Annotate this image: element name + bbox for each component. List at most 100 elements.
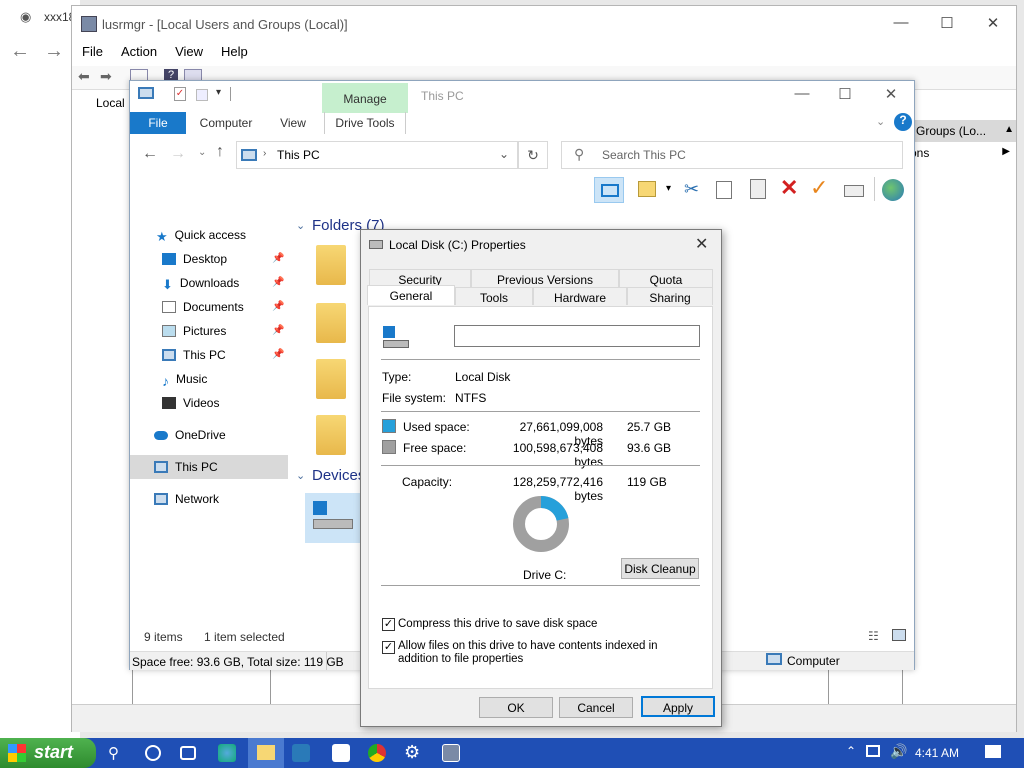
notifications-icon[interactable]	[985, 745, 1001, 758]
maximize-button[interactable]: ☐	[822, 85, 868, 103]
folder-documents-icon[interactable]	[316, 303, 346, 343]
collapse-icon[interactable]: ⌄	[296, 219, 305, 232]
tab-view[interactable]: View	[270, 112, 316, 134]
disk-cleanup-button[interactable]: Disk Cleanup	[621, 558, 699, 579]
start-label: start	[34, 742, 74, 762]
tab-previous-versions[interactable]: Previous Versions	[471, 269, 619, 287]
actions-header[interactable]: d Groups (Lo... ▲	[904, 120, 1016, 142]
search-icon[interactable]: ⚲	[108, 744, 126, 762]
network-icon[interactable]	[866, 745, 880, 757]
divider	[381, 359, 700, 360]
maximize-button[interactable]: ☐	[924, 14, 970, 32]
devices-header[interactable]: Devices	[312, 467, 365, 484]
chevron-down-icon[interactable]: ▾	[666, 183, 671, 194]
collapse-icon[interactable]: ▲	[1004, 124, 1014, 135]
tab-hardware[interactable]: Hardware	[533, 287, 627, 305]
minimize-button[interactable]: —	[878, 14, 924, 31]
menu-action[interactable]: Action	[121, 44, 157, 59]
type-label: Type:	[382, 370, 412, 384]
search-input[interactable]: ⚲ Search This PC	[561, 141, 903, 169]
details-view-icon[interactable]: ☷	[868, 629, 879, 643]
desktop-icon	[162, 253, 176, 265]
folder-icon	[257, 745, 275, 760]
nav-item-this-pc[interactable]: This PC	[154, 456, 284, 478]
minimize-button[interactable]: —	[779, 85, 825, 102]
address-bar[interactable]: › This PC ⌄	[236, 141, 518, 169]
menu-view[interactable]: View	[175, 44, 203, 59]
forward-icon[interactable]: ➡	[100, 68, 112, 85]
chevron-up-icon[interactable]: ⌃	[846, 744, 856, 758]
nav-item-music[interactable]: ♪ Music	[162, 368, 292, 390]
nav-item-network[interactable]: Network	[154, 488, 284, 510]
tab-computer[interactable]: Computer	[192, 112, 260, 134]
apply-button[interactable]: Apply	[641, 696, 715, 717]
copy-icon[interactable]	[716, 181, 732, 199]
cancel-button[interactable]: Cancel	[559, 697, 633, 718]
chrome-icon[interactable]	[368, 744, 386, 762]
preview-pane-icon[interactable]	[594, 177, 624, 203]
volume-icon[interactable]: 🔊	[890, 743, 907, 760]
cortana-icon[interactable]	[145, 745, 161, 761]
index-checkbox[interactable]: ✓	[382, 641, 395, 654]
large-icons-view-icon[interactable]	[892, 629, 906, 641]
nav-item-onedrive[interactable]: OneDrive	[154, 424, 284, 446]
explorer-taskbar-button[interactable]	[248, 738, 284, 768]
details-pane-icon[interactable]	[638, 181, 656, 197]
recent-locations-icon[interactable]: ⌄	[198, 147, 206, 158]
paste-icon[interactable]	[750, 179, 766, 199]
tab-quota[interactable]: Quota	[619, 269, 713, 287]
menu-file[interactable]: File	[82, 44, 103, 59]
compress-checkbox[interactable]: ✓	[382, 618, 395, 631]
clock[interactable]: 4:41 AM	[915, 746, 959, 760]
chevron-down-icon[interactable]: ⌄	[499, 147, 509, 161]
local-disk-c-icon[interactable]	[305, 493, 363, 543]
close-icon[interactable]: ✕	[695, 234, 708, 254]
nav-item-videos[interactable]: Videos	[162, 392, 292, 414]
back-icon[interactable]: ←	[10, 40, 30, 63]
tab-tools[interactable]: Tools	[455, 287, 533, 305]
lusrmgr-taskbar-icon[interactable]	[442, 744, 460, 762]
close-button[interactable]: ✕	[970, 14, 1016, 32]
forward-icon[interactable]: →	[170, 145, 186, 163]
new-folder-icon[interactable]	[196, 89, 208, 101]
edge-icon[interactable]	[218, 744, 236, 762]
globe-icon[interactable]	[882, 179, 904, 201]
task-view-icon[interactable]	[180, 746, 196, 760]
store-icon[interactable]	[292, 744, 310, 762]
settings-gear-icon[interactable]: ⚙	[404, 742, 420, 763]
forward-icon[interactable]: →	[44, 40, 64, 63]
network-icon	[154, 493, 168, 505]
customize-icon[interactable]: ▾	[216, 87, 221, 98]
help-icon[interactable]: ?	[894, 113, 912, 131]
back-icon[interactable]: ←	[142, 145, 158, 163]
close-button[interactable]: ✕	[868, 85, 914, 103]
download-icon: ⬇	[162, 277, 173, 292]
folder-videos-icon[interactable]	[316, 415, 346, 455]
tab-file[interactable]: File	[130, 112, 186, 134]
expand-ribbon-icon[interactable]: ⌄	[876, 115, 885, 128]
cut-icon[interactable]: ✂	[684, 179, 699, 200]
ok-button[interactable]: OK	[479, 697, 553, 718]
space-status: Space free: 93.6 GB, Total size: 119 GB	[132, 655, 344, 669]
star-icon: ★	[156, 229, 168, 244]
mail-icon[interactable]	[332, 744, 350, 762]
drive-name-input[interactable]	[454, 325, 700, 347]
nav-item-quick-access[interactable]: ★ Quick access	[156, 224, 286, 246]
tree-item-local[interactable]: Local	[96, 96, 125, 110]
properties-icon[interactable]: ✓	[174, 87, 186, 101]
up-icon[interactable]: ↑	[216, 143, 224, 161]
folder-3d-objects-icon[interactable]	[316, 245, 346, 285]
more-actions[interactable]: ons ▶	[910, 146, 1010, 160]
refresh-button[interactable]: ↻	[518, 141, 548, 169]
tab-drive-tools[interactable]: Drive Tools	[324, 112, 406, 134]
collapse-icon[interactable]: ⌄	[296, 469, 305, 482]
menu-help[interactable]: Help	[221, 44, 248, 59]
delete-icon[interactable]: ✕	[780, 175, 798, 201]
start-button[interactable]: start	[0, 738, 96, 768]
rename-icon[interactable]: ✓	[810, 175, 828, 201]
properties-icon[interactable]	[844, 185, 864, 197]
tab-general[interactable]: General	[367, 285, 455, 305]
folder-music-icon[interactable]	[316, 359, 346, 399]
tab-sharing[interactable]: Sharing	[627, 287, 713, 305]
back-icon[interactable]: ⬅	[78, 68, 90, 85]
